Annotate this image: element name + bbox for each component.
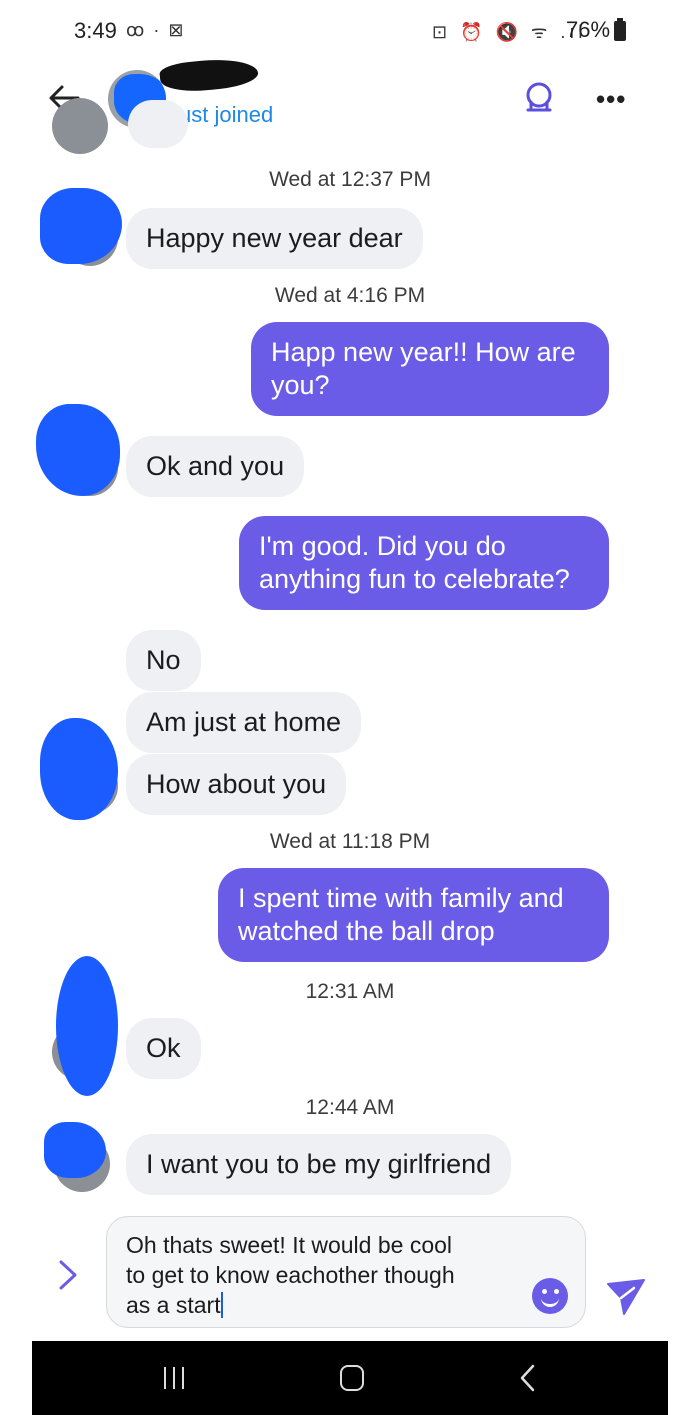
send-icon[interactable] — [604, 1274, 648, 1318]
battery-icon — [614, 18, 626, 41]
message-incoming[interactable]: Ok — [126, 1018, 201, 1079]
status-time: 3:49 — [74, 18, 117, 43]
message-line: I'm good. Did you do — [259, 531, 506, 561]
message-line: Happ new year!! How are — [271, 337, 576, 367]
message-incoming[interactable]: I want you to be my girlfriend — [126, 1134, 512, 1195]
message-bubble-partial[interactable] — [128, 100, 188, 148]
message-incoming[interactable]: Am just at home — [126, 692, 362, 753]
video-call-icon[interactable] — [522, 80, 556, 114]
message-incoming[interactable]: How about you — [126, 754, 347, 815]
avatar — [52, 98, 108, 154]
text-caret — [220, 1292, 223, 1318]
message-outgoing[interactable]: Happ new year!! How are you? — [251, 322, 609, 416]
timestamp: Wed at 11:18 PM — [269, 830, 431, 853]
redaction-scribble — [56, 956, 118, 1096]
voicemail-icon: ꝏ · ⊠ — [126, 20, 186, 40]
message-incoming[interactable]: Ok and you — [126, 436, 305, 497]
emoji-icon[interactable] — [532, 1278, 568, 1314]
nav-back-icon[interactable] — [518, 1363, 538, 1393]
message-line: I spent time with family and — [238, 883, 564, 913]
timestamp: Wed at 12:37 PM — [269, 168, 431, 191]
message-line: watched the ball drop — [238, 916, 495, 946]
timestamp: 12:44 AM — [305, 1096, 395, 1119]
message-outgoing[interactable]: I'm good. Did you do anything fun to cel… — [239, 516, 609, 610]
input-line: to get to know eachother though — [126, 1262, 455, 1288]
system-navigation-bar — [32, 1341, 668, 1415]
chevron-right-icon[interactable] — [56, 1258, 80, 1292]
redacted-contact-name — [158, 54, 260, 96]
home-icon[interactable] — [340, 1365, 364, 1391]
message-input-text[interactable]: Oh thats sweet! It would be cool to get … — [126, 1230, 506, 1320]
message-composer: Oh thats sweet! It would be cool to get … — [0, 1210, 700, 1340]
redaction-scribble — [40, 718, 118, 820]
system-status-icons: ⊡ ⏰ 🔇 ᯤ .ıl — [432, 22, 587, 42]
more-options-icon[interactable]: ••• — [596, 84, 626, 115]
redaction-scribble — [36, 404, 120, 496]
message-incoming[interactable]: Happy new year dear — [126, 208, 423, 269]
timestamp: Wed at 4:16 PM — [274, 284, 426, 307]
input-line: Oh thats sweet! It would be cool — [126, 1232, 453, 1258]
input-line: as a start — [126, 1292, 221, 1318]
message-incoming[interactable]: No — [126, 630, 201, 691]
message-list: Wed at 12:37 PM Happy new year dear Wed … — [0, 98, 700, 1210]
redaction-scribble — [44, 1122, 106, 1178]
message-outgoing[interactable]: I spent time with family and watched the… — [218, 868, 609, 962]
message-line: anything fun to celebrate? — [259, 564, 570, 594]
battery-percent: 76% — [566, 17, 611, 42]
message-line: you? — [271, 370, 330, 400]
recent-apps-icon[interactable] — [162, 1367, 186, 1389]
status-bar: 3:49 ꝏ · ⊠ ⊡ ⏰ 🔇 ᯤ .ıl 76% — [0, 0, 700, 60]
